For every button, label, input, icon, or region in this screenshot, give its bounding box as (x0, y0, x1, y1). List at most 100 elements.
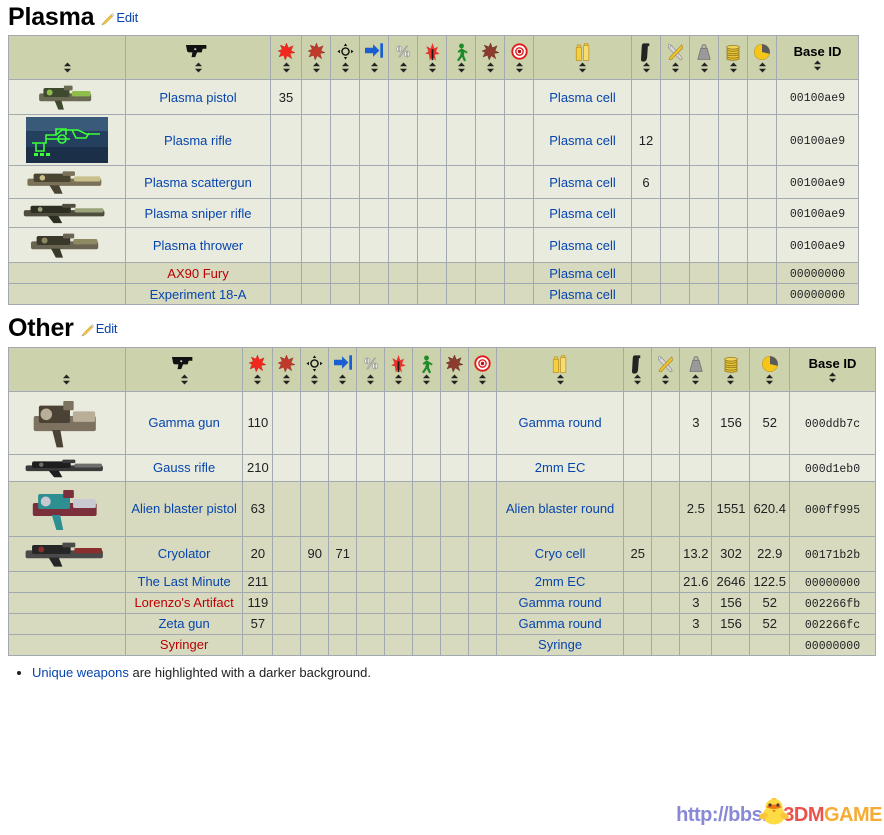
sort-toggle-icon[interactable] (421, 374, 432, 385)
sort-toggle-icon[interactable] (456, 62, 467, 73)
column-header-value[interactable] (718, 35, 748, 81)
weapon-name-link[interactable]: Gamma gun (148, 415, 220, 430)
column-header-dmg_poi[interactable] (475, 35, 505, 81)
weapon-name-link[interactable]: Plasma pistol (159, 90, 236, 105)
column-header-mods[interactable] (651, 346, 681, 392)
ammo-type-link[interactable]: Plasma cell (549, 238, 615, 253)
weapon-name-link[interactable]: Alien blaster pistol (131, 501, 237, 516)
column-header-ammo[interactable] (533, 35, 632, 81)
column-header-dmg_exp[interactable] (384, 346, 414, 392)
weapon-name-link[interactable]: Zeta gun (158, 616, 209, 631)
column-header-crit[interactable] (467, 346, 497, 392)
sort-toggle-icon[interactable] (62, 62, 73, 73)
sort-toggle-icon[interactable] (728, 62, 739, 73)
sort-toggle-icon[interactable] (61, 374, 72, 385)
sort-toggle-icon[interactable] (699, 62, 710, 73)
column-header-baseid[interactable]: Base ID (789, 346, 876, 392)
column-header-dmg_ene[interactable] (272, 346, 302, 392)
column-header-dmg_bal[interactable] (270, 35, 302, 81)
sort-toggle-icon[interactable] (577, 62, 588, 73)
sort-toggle-icon[interactable] (477, 374, 488, 385)
sort-toggle-icon[interactable] (764, 374, 775, 385)
weapon-name-link[interactable]: Experiment 18-A (150, 287, 247, 302)
column-header-dmg_bal[interactable] (242, 346, 274, 392)
sort-toggle-icon[interactable] (514, 62, 525, 73)
edit-section-link-other[interactable]: Edit (80, 321, 118, 337)
column-header-value[interactable] (711, 346, 751, 392)
column-header-baseid[interactable]: Base ID (776, 35, 859, 81)
ammo-type-link[interactable]: Plasma cell (549, 206, 615, 221)
column-header-percent[interactable]: % (388, 35, 418, 81)
column-header-weight[interactable] (689, 35, 719, 81)
sort-toggle-icon[interactable] (690, 374, 701, 385)
ammo-type-link[interactable]: 2mm EC (535, 574, 586, 589)
weapon-name-link[interactable]: Plasma sniper rifle (145, 206, 252, 221)
column-header-mag[interactable] (631, 35, 661, 81)
column-header-dmg_poi[interactable] (440, 346, 469, 392)
weapon-name-link[interactable]: Cryolator (158, 546, 211, 561)
ammo-type-link[interactable]: Plasma cell (549, 287, 615, 302)
sort-toggle-icon[interactable] (281, 374, 292, 385)
edit-section-link-plasma[interactable]: Edit (100, 10, 138, 26)
column-header-mods[interactable] (660, 35, 690, 81)
sort-toggle-icon[interactable] (725, 374, 736, 385)
sort-toggle-icon[interactable] (632, 374, 643, 385)
sort-toggle-icon[interactable] (670, 62, 681, 73)
ammo-type-link[interactable]: Cryo cell (535, 546, 586, 561)
sort-toggle-icon[interactable] (193, 62, 204, 73)
weapon-name-link[interactable]: Plasma scattergun (144, 175, 252, 190)
weapon-name-link[interactable]: Syringer (160, 637, 208, 652)
sort-toggle-icon[interactable] (827, 372, 838, 383)
sort-toggle-icon[interactable] (311, 62, 322, 73)
column-header-icon[interactable] (8, 35, 126, 81)
ammo-type-link[interactable]: Plasma cell (549, 90, 615, 105)
sort-toggle-icon[interactable] (365, 374, 376, 385)
ammo-type-link[interactable]: Gamma round (519, 415, 602, 430)
column-header-dmg_rad[interactable] (412, 346, 442, 392)
weapon-name-link[interactable]: Plasma rifle (164, 133, 232, 148)
sort-toggle-icon[interactable] (340, 62, 351, 73)
column-header-name[interactable] (124, 346, 244, 392)
column-header-range[interactable] (328, 346, 358, 392)
weapon-name-link[interactable]: The Last Minute (138, 574, 231, 589)
column-header-dmg_exp[interactable] (417, 35, 447, 81)
sort-toggle-icon[interactable] (641, 62, 652, 73)
column-header-crit[interactable] (504, 35, 534, 81)
column-header-accuracy[interactable] (300, 346, 330, 392)
sort-toggle-icon[interactable] (812, 60, 823, 71)
sort-toggle-icon[interactable] (179, 374, 190, 385)
sort-toggle-icon[interactable] (309, 374, 320, 385)
sort-toggle-icon[interactable] (252, 374, 263, 385)
column-header-ratio[interactable] (747, 35, 777, 81)
column-header-dmg_rad[interactable] (446, 35, 476, 81)
column-header-icon[interactable] (8, 346, 126, 392)
sort-toggle-icon[interactable] (485, 62, 496, 73)
edit-link-label[interactable]: Edit (96, 321, 118, 336)
column-header-mag[interactable] (623, 346, 653, 392)
sort-toggle-icon[interactable] (660, 374, 671, 385)
unique-weapons-link[interactable]: Unique weapons (32, 665, 129, 680)
ammo-type-link[interactable]: Plasma cell (549, 133, 615, 148)
ammo-type-link[interactable]: Plasma cell (549, 266, 615, 281)
weapon-name-link[interactable]: AX90 Fury (167, 266, 228, 281)
sort-toggle-icon[interactable] (337, 374, 348, 385)
edit-link-label[interactable]: Edit (116, 10, 138, 25)
ammo-type-link[interactable]: Alien blaster round (506, 501, 614, 516)
ammo-type-link[interactable]: Syringe (538, 637, 582, 652)
column-header-ratio[interactable] (749, 346, 790, 392)
column-header-accuracy[interactable] (330, 35, 360, 81)
weapon-name-link[interactable]: Lorenzo's Artifact (134, 595, 233, 610)
sort-toggle-icon[interactable] (427, 62, 438, 73)
sort-toggle-icon[interactable] (555, 374, 566, 385)
ammo-type-link[interactable]: Gamma round (519, 595, 602, 610)
column-header-weight[interactable] (679, 346, 713, 392)
column-header-ammo[interactable] (495, 346, 625, 392)
column-header-dmg_ene[interactable] (301, 35, 331, 81)
sort-toggle-icon[interactable] (449, 374, 460, 385)
sort-toggle-icon[interactable] (281, 62, 292, 73)
column-header-range[interactable] (359, 35, 389, 81)
weapon-name-link[interactable]: Plasma thrower (153, 238, 243, 253)
ammo-type-link[interactable]: Gamma round (519, 616, 602, 631)
weapon-name-link[interactable]: Gauss rifle (153, 460, 215, 475)
ammo-type-link[interactable]: 2mm EC (535, 460, 586, 475)
